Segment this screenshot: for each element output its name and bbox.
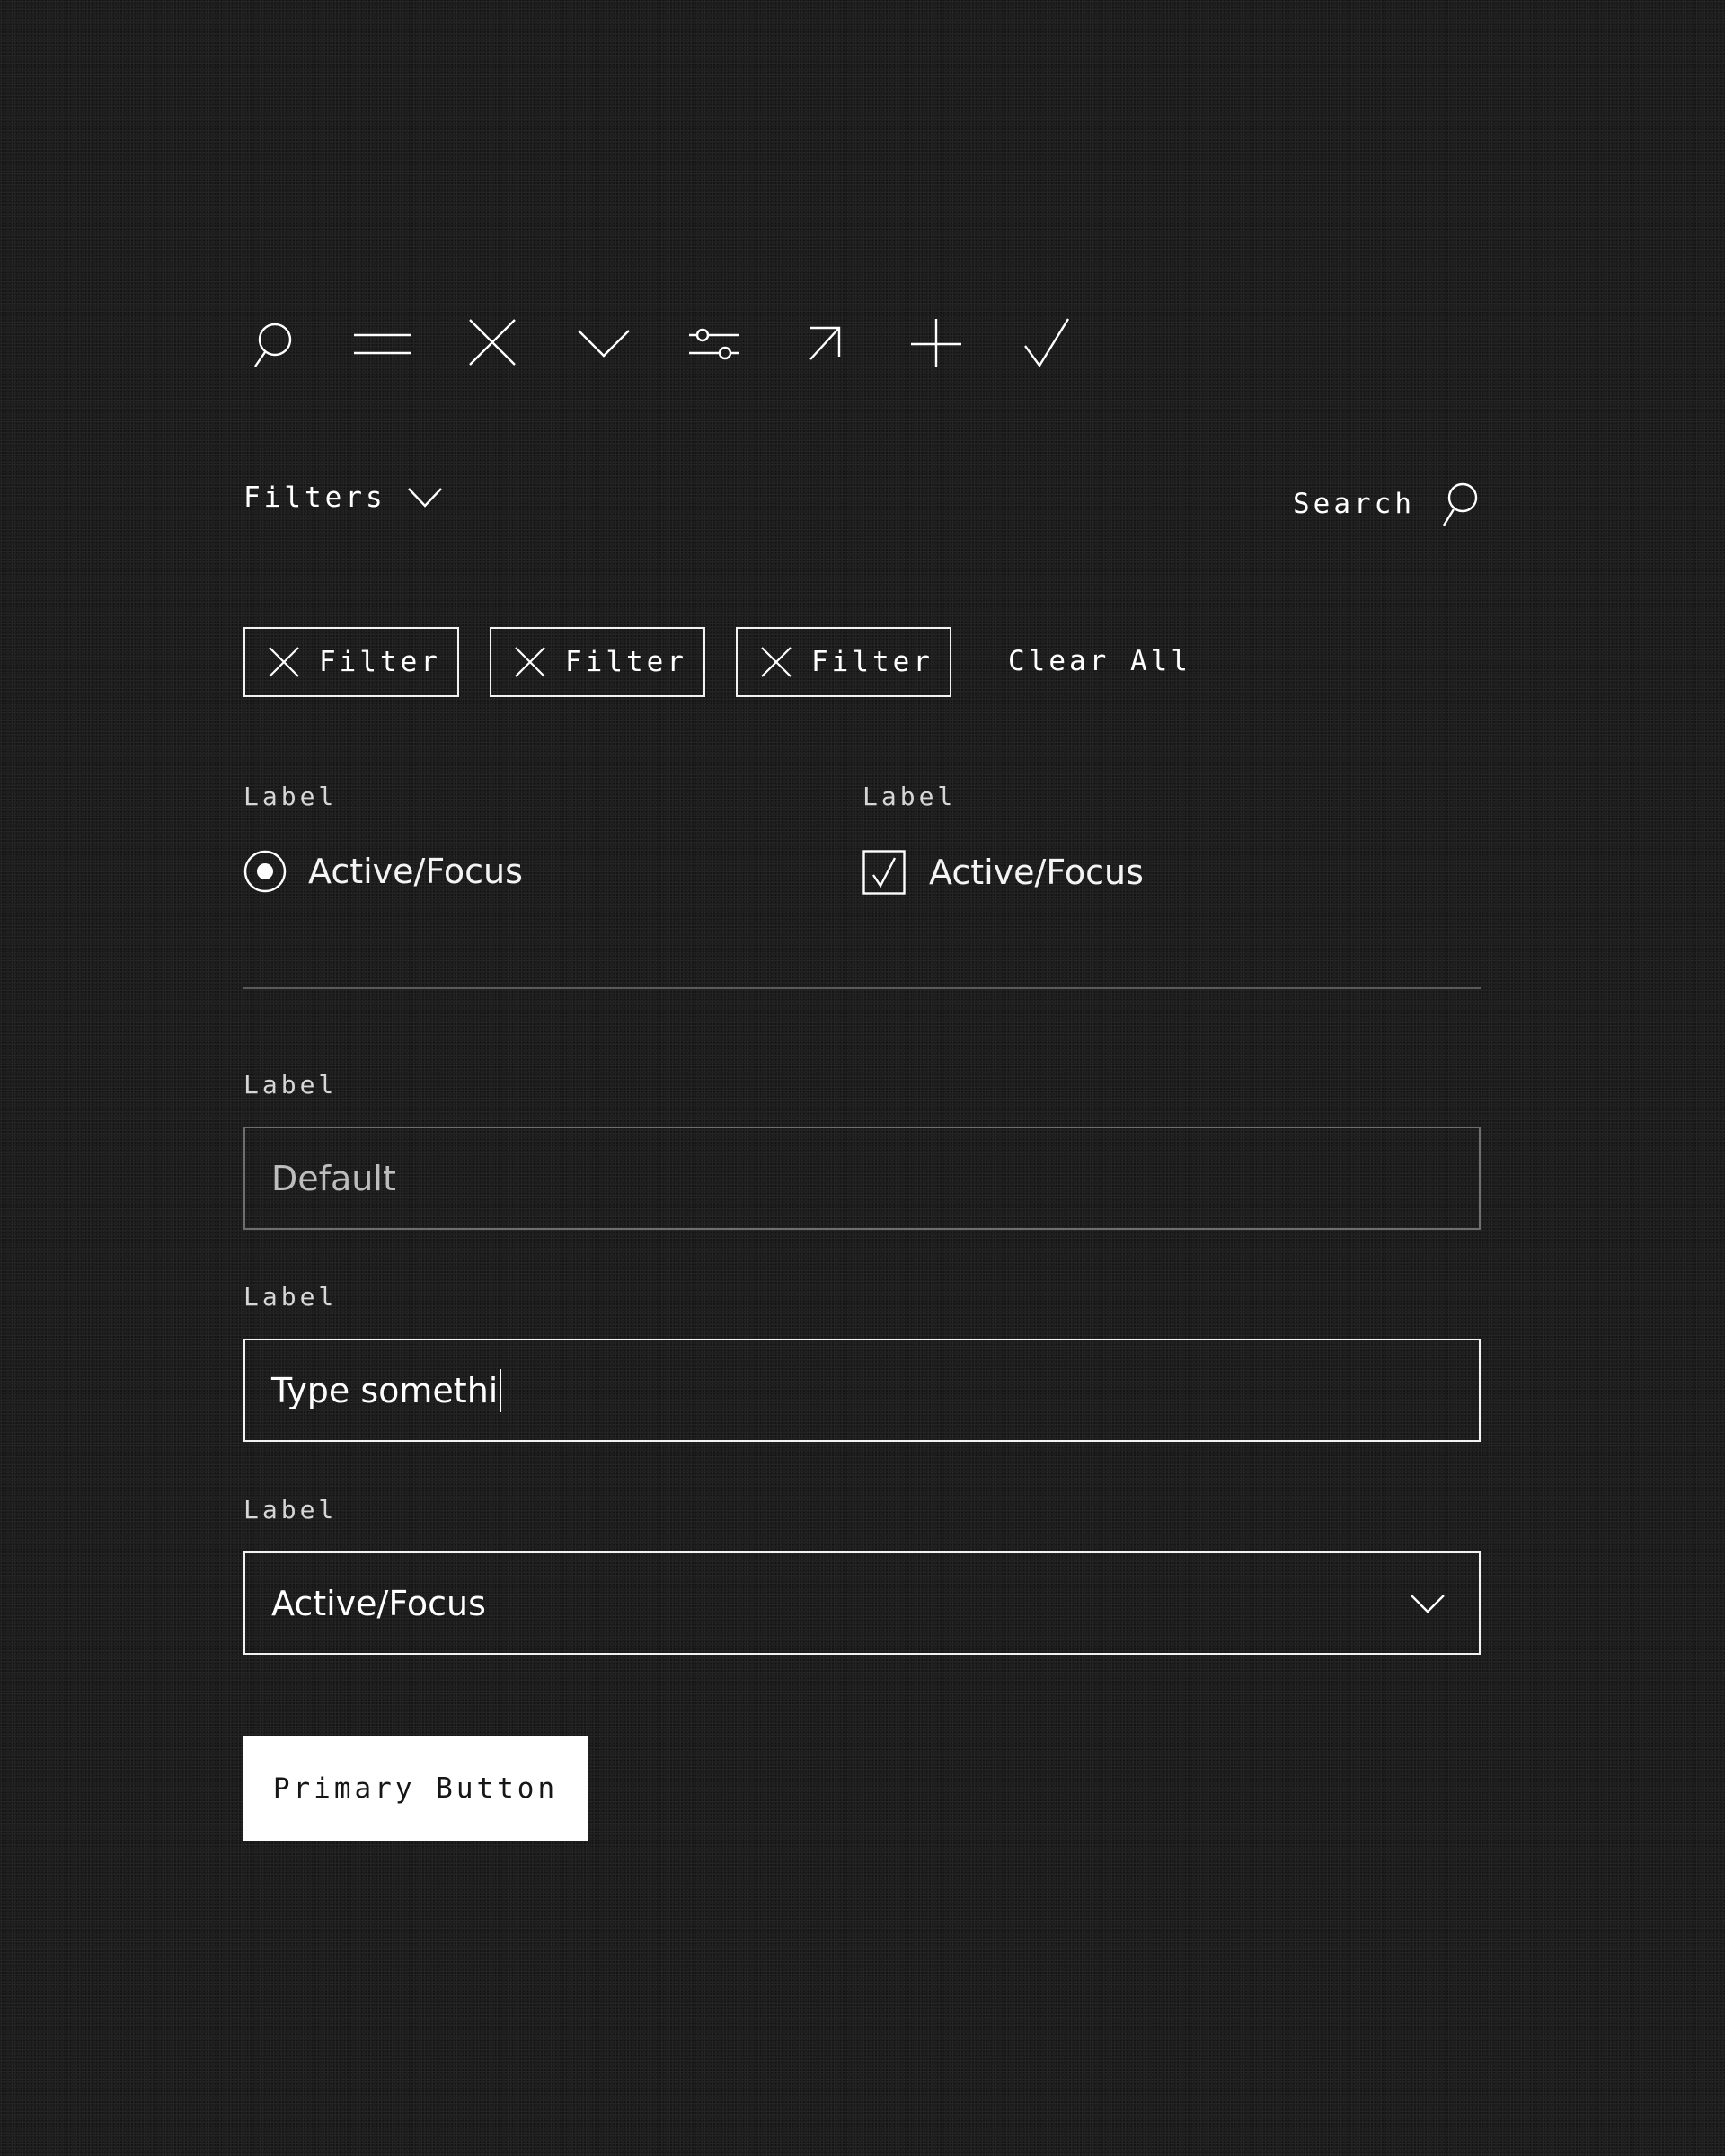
radio-option[interactable]: Active/Focus xyxy=(243,850,523,893)
filter-chip[interactable]: Filter xyxy=(736,627,951,697)
arrow-up-right-icon[interactable] xyxy=(809,317,862,371)
primary-button[interactable]: Primary Button xyxy=(243,1736,588,1841)
chip-label: Filter xyxy=(319,646,441,678)
close-icon[interactable] xyxy=(269,647,299,677)
clear-all-button[interactable]: Clear All xyxy=(1008,645,1191,677)
focused-field-label: Label xyxy=(243,1282,338,1312)
default-text-input[interactable]: Default xyxy=(243,1127,1481,1230)
checkbox-checked-icon[interactable] xyxy=(862,850,906,895)
plus-icon[interactable] xyxy=(909,317,963,371)
chevron-down-icon xyxy=(1411,1593,1445,1614)
search-button[interactable]: Search xyxy=(1293,482,1478,526)
chip-label: Filter xyxy=(565,646,687,678)
default-field-label: Label xyxy=(243,1070,338,1100)
chevron-down-icon xyxy=(407,486,442,509)
filters-label: Filters xyxy=(243,482,386,514)
search-icon xyxy=(1438,482,1478,526)
checkbox-option[interactable]: Active/Focus xyxy=(862,850,1144,895)
radio-option-label: Active/Focus xyxy=(308,852,523,891)
menu-icon[interactable] xyxy=(354,317,411,371)
filter-chip[interactable]: Filter xyxy=(490,627,705,697)
focused-input-value: Type somethi xyxy=(271,1370,499,1410)
section-divider xyxy=(243,987,1481,989)
select-field-label: Label xyxy=(243,1495,338,1524)
chevron-down-icon[interactable] xyxy=(577,317,631,371)
search-icon[interactable] xyxy=(243,317,297,371)
filters-dropdown[interactable]: Filters xyxy=(243,482,442,514)
checkbox-option-label: Active/Focus xyxy=(929,853,1144,892)
focused-text-input[interactable]: Type somethi xyxy=(243,1339,1481,1442)
filter-chip[interactable]: Filter xyxy=(243,627,459,697)
checkbox-group-label: Label xyxy=(862,782,957,811)
default-input-placeholder: Default xyxy=(271,1158,396,1198)
close-icon[interactable] xyxy=(467,317,521,371)
search-label: Search xyxy=(1293,488,1415,520)
select-value: Active/Focus xyxy=(271,1583,486,1623)
close-icon[interactable] xyxy=(515,647,545,677)
sliders-icon[interactable] xyxy=(687,317,741,371)
select-dropdown[interactable]: Active/Focus xyxy=(243,1551,1481,1655)
checkmark-icon[interactable] xyxy=(1022,317,1075,371)
radio-group-label: Label xyxy=(243,782,338,811)
chip-label: Filter xyxy=(811,646,933,678)
text-cursor xyxy=(500,1368,502,1412)
close-icon[interactable] xyxy=(761,647,792,677)
radio-selected-icon[interactable] xyxy=(243,850,287,893)
